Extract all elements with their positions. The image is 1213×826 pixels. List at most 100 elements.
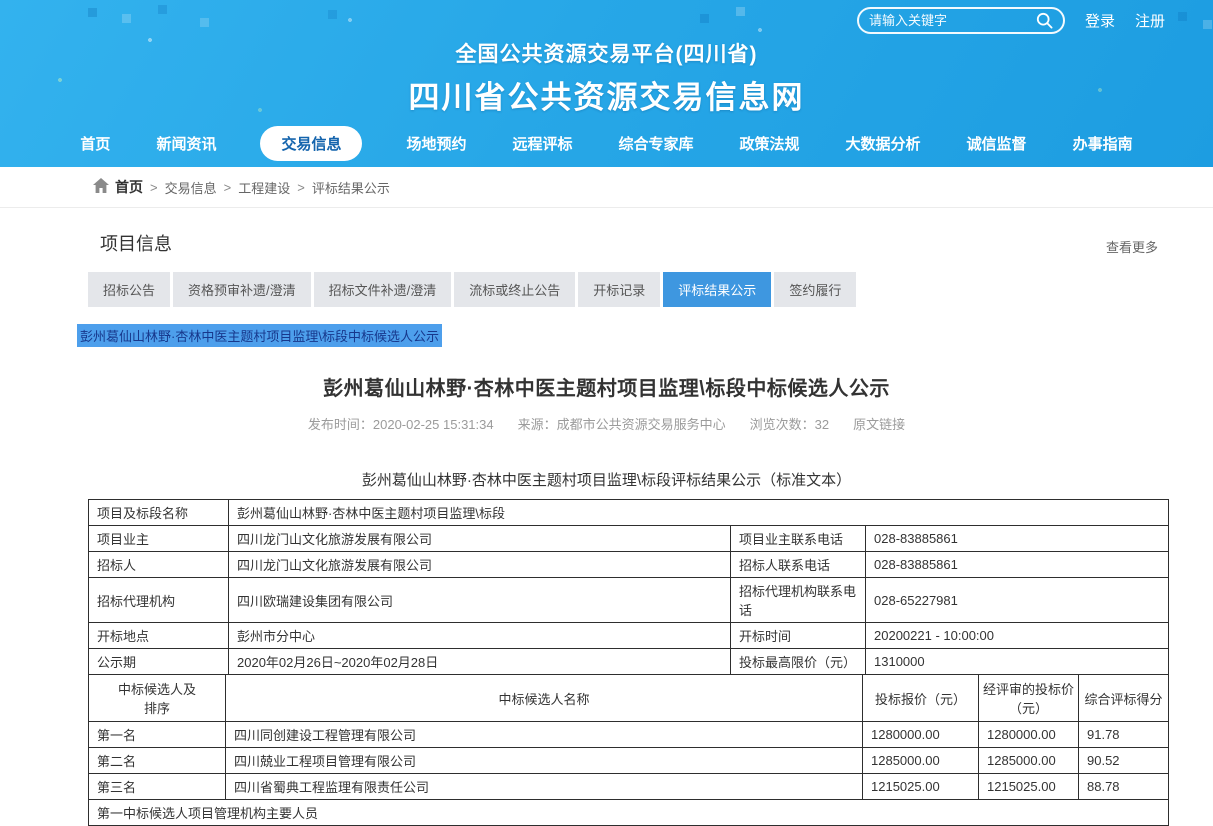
breadcrumb-separator: > <box>150 180 158 195</box>
rank-cell: 第三名 <box>89 774 226 800</box>
header-evaluated-price: 经评审的投标价（元） <box>979 675 1079 722</box>
breadcrumb-evaluation-result[interactable]: 评标结果公示 <box>312 178 390 197</box>
info-label-cell: 项目业主 <box>89 526 229 552</box>
home-icon[interactable] <box>93 178 109 196</box>
table-footer-row: 第一中标候选人项目管理机构主要人员 <box>89 800 1169 826</box>
article-title: 彭州葛仙山林野·杏林中医主题村项目监理\标段中标候选人公示 <box>0 372 1213 401</box>
nav-item-trade-info[interactable]: 交易信息 <box>260 126 362 161</box>
info-value-cell: 四川龙门山文化旅游发展有限公司 <box>229 526 731 552</box>
table-row: 招标代理机构 四川欧瑞建设集团有限公司 招标代理机构联系电话 028-65227… <box>89 578 1169 623</box>
breadcrumb-home-label[interactable]: 首页 <box>115 177 143 197</box>
project-info-section-header: 项目信息 查看更多 <box>0 208 1213 256</box>
project-info-table: 项目及标段名称 彭州葛仙山林野·杏林中医主题村项目监理\标段 项目业主 四川龙门… <box>88 499 1169 675</box>
login-link[interactable]: 登录 <box>1085 10 1115 31</box>
info-value-cell: 028-65227981 <box>866 578 1169 623</box>
nav-item-news[interactable]: 新闻资讯 <box>154 126 218 161</box>
view-count: 浏览次数：32 <box>750 414 829 433</box>
rank-cell: 第一名 <box>89 722 226 748</box>
info-label-cell: 公示期 <box>89 649 229 675</box>
search-box[interactable] <box>857 7 1065 34</box>
info-label-cell: 招标人联系电话 <box>731 552 866 578</box>
table-row: 招标人 四川龙门山文化旅游发展有限公司 招标人联系电话 028-83885861 <box>89 552 1169 578</box>
info-value-cell: 1310000 <box>866 649 1169 675</box>
nav-item-big-data[interactable]: 大数据分析 <box>844 126 923 161</box>
nav-item-expert-pool[interactable]: 综合专家库 <box>617 126 696 161</box>
candidate-name-cell: 四川同创建设工程管理有限公司 <box>226 722 863 748</box>
table-row: 项目及标段名称 彭州葛仙山林野·杏林中医主题村项目监理\标段 <box>89 500 1169 526</box>
evaluated-price-cell: 1280000.00 <box>979 722 1079 748</box>
tab-contract-performance[interactable]: 签约履行 <box>774 272 856 307</box>
view-more-link[interactable]: 查看更多 <box>1106 237 1158 256</box>
tab-bid-opening-record[interactable]: 开标记录 <box>578 272 660 307</box>
header-titles: 全国公共资源交易平台(四川省) 四川省公共资源交易信息网 <box>0 38 1213 117</box>
info-value-cell: 四川欧瑞建设集团有限公司 <box>229 578 731 623</box>
table-row: 公示期 2020年02月26日~2020年02月28日 投标最高限价（元） 13… <box>89 649 1169 675</box>
breadcrumb-home-link[interactable]: 首页 <box>93 177 143 197</box>
breadcrumb: 首页 > 交易信息 > 工程建设 > 评标结果公示 <box>0 167 1213 208</box>
notice-tabs: 招标公告 资格预审补遗/澄清 招标文件补遗/澄清 流标或终止公告 开标记录 评标… <box>88 272 1213 307</box>
evaluated-price-cell: 1285000.00 <box>979 748 1079 774</box>
info-label-cell: 投标最高限价（元） <box>731 649 866 675</box>
info-value-cell: 彭州葛仙山林野·杏林中医主题村项目监理\标段 <box>229 500 1169 526</box>
breadcrumb-engineering[interactable]: 工程建设 <box>238 178 290 197</box>
table-header-row: 中标候选人及排序 中标候选人名称 投标报价（元） 经评审的投标价（元） 综合评标… <box>89 675 1169 722</box>
candidates-table: 中标候选人及排序 中标候选人名称 投标报价（元） 经评审的投标价（元） 综合评标… <box>88 674 1169 826</box>
bid-price-cell: 1285000.00 <box>863 748 979 774</box>
header-rank: 中标候选人及排序 <box>89 675 226 722</box>
tab-evaluation-result[interactable]: 评标结果公示 <box>663 272 771 307</box>
info-label-cell: 招标人 <box>89 552 229 578</box>
nav-item-integrity[interactable]: 诚信监督 <box>965 126 1029 161</box>
info-value-cell: 20200221 - 10:00:00 <box>866 623 1169 649</box>
info-label-cell: 招标代理机构联系电话 <box>731 578 866 623</box>
nav-item-home[interactable]: 首页 <box>78 126 112 161</box>
page-title: 项目信息 <box>100 230 172 256</box>
info-label-cell: 项目业主联系电话 <box>731 526 866 552</box>
evaluated-price-cell: 1215025.00 <box>979 774 1079 800</box>
header-score: 综合评标得分 <box>1079 675 1169 722</box>
info-value-cell: 彭州市分中心 <box>229 623 731 649</box>
tab-failed-or-terminated[interactable]: 流标或终止公告 <box>454 272 575 307</box>
nav-item-venue-booking[interactable]: 场地预约 <box>404 126 468 161</box>
result-item-link-selected[interactable]: 彭州葛仙山林野·杏林中医主题村项目监理\标段中标候选人公示 <box>77 324 442 347</box>
search-icon[interactable] <box>1036 12 1053 29</box>
rank-cell: 第二名 <box>89 748 226 774</box>
table-row: 第一名 四川同创建设工程管理有限公司 1280000.00 1280000.00… <box>89 722 1169 748</box>
register-link[interactable]: 注册 <box>1135 10 1165 31</box>
source: 来源：成都市公共资源交易服务中心 <box>518 414 726 433</box>
bid-price-cell: 1215025.00 <box>863 774 979 800</box>
info-value-cell: 四川龙门山文化旅游发展有限公司 <box>229 552 731 578</box>
score-cell: 88.78 <box>1079 774 1169 800</box>
score-cell: 90.52 <box>1079 748 1169 774</box>
breadcrumb-separator: > <box>224 180 232 195</box>
original-link[interactable]: 原文链接 <box>853 414 905 433</box>
info-label-cell: 开标时间 <box>731 623 866 649</box>
main-nav: 首页 新闻资讯 交易信息 场地预约 远程评标 综合专家库 政策法规 大数据分析 … <box>0 126 1213 161</box>
article-meta: 发布时间：2020-02-25 15:31:34 来源：成都市公共资源交易服务中… <box>0 414 1213 433</box>
info-label-cell: 招标代理机构 <box>89 578 229 623</box>
tab-prequalification-addendum[interactable]: 资格预审补遗/澄清 <box>173 272 311 307</box>
info-label-cell: 开标地点 <box>89 623 229 649</box>
table-row: 第三名 四川省蜀典工程监理有限责任公司 1215025.00 1215025.0… <box>89 774 1169 800</box>
candidate-name-cell: 四川兢业工程项目管理有限公司 <box>226 748 863 774</box>
table-row: 开标地点 彭州市分中心 开标时间 20200221 - 10:00:00 <box>89 623 1169 649</box>
bid-price-cell: 1280000.00 <box>863 722 979 748</box>
result-table-title: 彭州葛仙山林野·杏林中医主题村项目监理\标段评标结果公示（标准文本） <box>0 469 1213 490</box>
candidate-name-cell: 四川省蜀典工程监理有限责任公司 <box>226 774 863 800</box>
breadcrumb-separator: > <box>297 180 305 195</box>
table-row: 项目业主 四川龙门山文化旅游发展有限公司 项目业主联系电话 028-838858… <box>89 526 1169 552</box>
search-input[interactable] <box>869 13 1036 28</box>
header-bid-price: 投标报价（元） <box>863 675 979 722</box>
nav-item-remote-evaluation[interactable]: 远程评标 <box>510 126 574 161</box>
breadcrumb-trade-info[interactable]: 交易信息 <box>165 178 217 197</box>
nav-item-service-guide[interactable]: 办事指南 <box>1071 126 1135 161</box>
tab-bid-announcement[interactable]: 招标公告 <box>88 272 170 307</box>
nav-item-policies[interactable]: 政策法规 <box>738 126 802 161</box>
footer-note-cell: 第一中标候选人项目管理机构主要人员 <box>89 800 1169 826</box>
tab-bid-document-addendum[interactable]: 招标文件补遗/澄清 <box>314 272 452 307</box>
topbar: 登录 注册 <box>0 0 1213 40</box>
table-row: 第二名 四川兢业工程项目管理有限公司 1285000.00 1285000.00… <box>89 748 1169 774</box>
site-title: 四川省公共资源交易信息网 <box>0 72 1213 117</box>
info-value-cell: 2020年02月26日~2020年02月28日 <box>229 649 731 675</box>
score-cell: 91.78 <box>1079 722 1169 748</box>
info-value-cell: 028-83885861 <box>866 526 1169 552</box>
